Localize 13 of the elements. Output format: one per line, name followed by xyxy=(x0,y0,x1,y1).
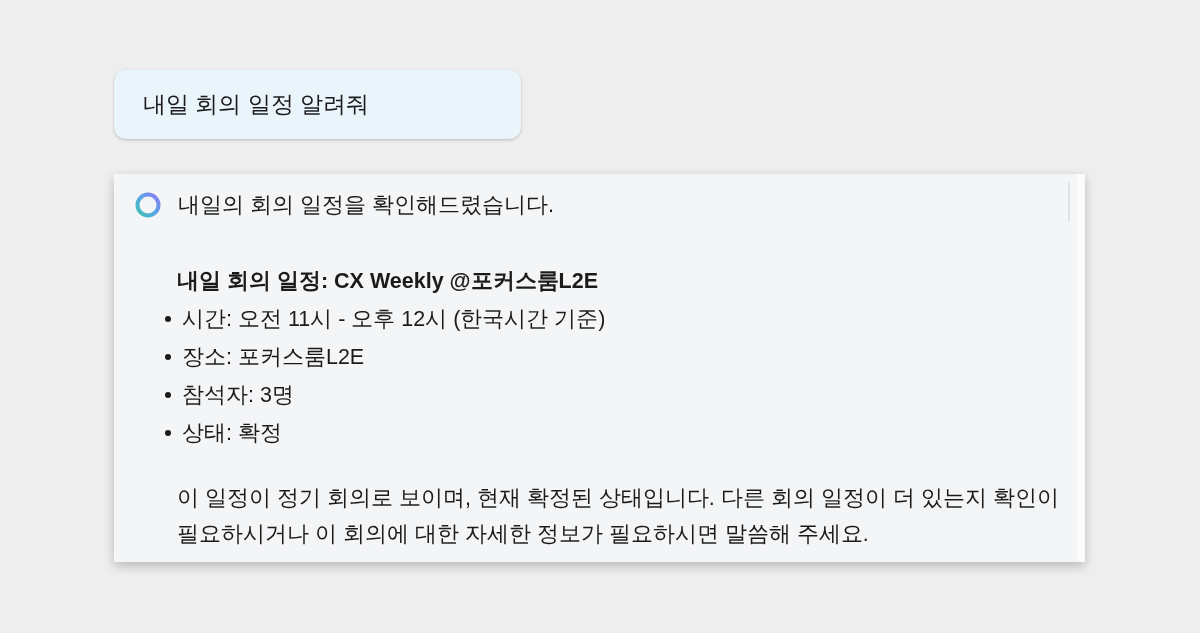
detail-text: 시간: 오전 11시 - 오후 12시 (한국시간 기준) xyxy=(182,306,606,333)
bullet-icon xyxy=(165,392,171,398)
schedule-heading: 내일 회의 일정: CX Weekly @포커스룸L2E xyxy=(177,268,599,295)
detail-text: 장소: 포커스룸L2E xyxy=(182,344,365,371)
user-message-text: 내일 회의 일정 알려줘 xyxy=(143,91,369,119)
detail-text: 참석자: 3명 xyxy=(182,382,294,409)
ring-icon xyxy=(135,192,161,218)
bullet-icon xyxy=(165,316,171,322)
bullet-icon xyxy=(165,430,171,436)
detail-text: 상태: 확정 xyxy=(182,420,282,447)
assistant-closing-text: 이 일정이 정기 회의로 보이며, 현재 확정된 상태입니다. 다른 회의 일정이 더 있는지 확인이 필요하시거나 이 회의에 대한 자세한 정보가 필요하시면 말씀해 주세요. xyxy=(177,485,1060,548)
assistant-summary-text: 내일의 회의 일정을 확인해드렸습니다. xyxy=(178,192,554,219)
bullet-icon xyxy=(165,354,171,360)
